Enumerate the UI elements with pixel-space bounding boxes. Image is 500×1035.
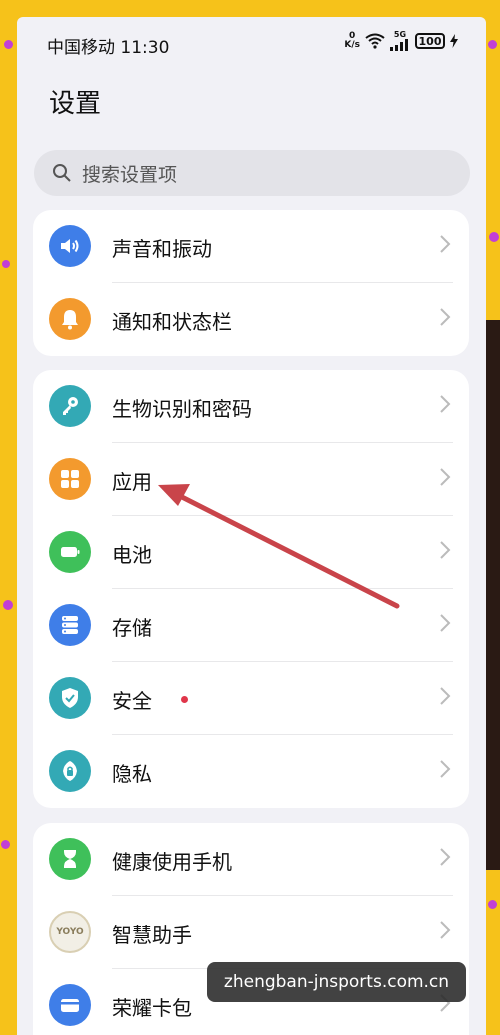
settings-item-security[interactable]: 安全 — [33, 662, 469, 735]
settings-item-label: 通知和状态栏 — [112, 310, 232, 334]
search-icon — [53, 164, 71, 182]
yoyo-icon-text: YOYO — [56, 927, 84, 937]
wifi-icon — [365, 33, 385, 49]
storage-icon — [49, 604, 91, 646]
settings-item-sound[interactable]: 声音和振动 — [33, 210, 469, 283]
net-speed: 0 K/s — [344, 32, 360, 50]
carrier-time: 中国移动 11:30 — [47, 38, 170, 58]
chevron-right-icon — [440, 848, 451, 866]
status-bar: 中国移动 11:30 0 K/s 5G 100 — [17, 17, 486, 67]
decor-dot — [488, 900, 497, 909]
settings-item-battery[interactable]: 电池 — [33, 516, 469, 589]
notification-dot — [181, 696, 188, 703]
settings-item-label: 智慧助手 — [112, 923, 192, 947]
apps-grid-icon — [49, 458, 91, 500]
search-placeholder: 搜索设置项 — [82, 163, 178, 186]
chevron-right-icon — [440, 468, 451, 486]
bell-icon — [49, 298, 91, 340]
decor-dot — [489, 232, 499, 242]
settings-group-3: 健康使用手机 YOYO 智慧助手 荣耀卡包 — [33, 823, 469, 1035]
settings-item-notifications[interactable]: 通知和状态栏 — [33, 283, 469, 356]
decor-dot — [1, 840, 10, 849]
decor-dot — [2, 260, 10, 268]
settings-item-label: 应用 — [112, 470, 152, 494]
signal: 5G — [390, 31, 410, 51]
chevron-right-icon — [440, 395, 451, 413]
settings-item-label: 声音和振动 — [112, 237, 212, 261]
privacy-lock-icon — [49, 750, 91, 792]
settings-item-storage[interactable]: 存储 — [33, 589, 469, 662]
settings-item-label: 荣耀卡包 — [112, 996, 192, 1020]
wallet-card-icon — [49, 984, 91, 1026]
battery-indicator: 100 — [415, 33, 445, 49]
key-icon — [49, 385, 91, 427]
settings-item-label: 健康使用手机 — [112, 850, 232, 874]
watermark: zhengban-jnsports.com.cn — [207, 962, 466, 1002]
settings-item-biometrics[interactable]: 生物识别和密码 — [33, 370, 469, 443]
settings-item-label: 存储 — [112, 616, 152, 640]
phone-screen: 中国移动 11:30 0 K/s 5G 100 设置 搜索设置项 声音和振动 通… — [17, 17, 486, 1035]
battery-icon — [49, 531, 91, 573]
chevron-right-icon — [440, 760, 451, 778]
network-type: 5G — [393, 30, 407, 39]
status-icons: 0 K/s 5G 100 — [344, 31, 458, 51]
settings-item-digital-balance[interactable]: 健康使用手机 — [33, 823, 469, 896]
settings-item-label: 电池 — [112, 543, 152, 567]
chevron-right-icon — [440, 235, 451, 253]
settings-item-label: 生物识别和密码 — [112, 397, 252, 421]
background-dark-edge — [484, 320, 500, 870]
shield-icon — [49, 677, 91, 719]
chevron-right-icon — [440, 921, 451, 939]
decor-dot — [488, 40, 497, 49]
signal-bars-icon — [390, 39, 408, 51]
chevron-right-icon — [440, 541, 451, 559]
chevron-right-icon — [440, 687, 451, 705]
settings-item-assistant[interactable]: YOYO 智慧助手 — [33, 896, 469, 969]
hourglass-icon — [49, 838, 91, 880]
search-bar[interactable]: 搜索设置项 — [34, 150, 470, 196]
charging-bolt-icon — [450, 34, 458, 48]
yoyo-icon: YOYO — [49, 911, 91, 953]
settings-item-apps[interactable]: 应用 — [33, 443, 469, 516]
chevron-right-icon — [440, 614, 451, 632]
page-title: 设置 — [49, 89, 102, 119]
chevron-right-icon — [440, 308, 451, 326]
settings-group-1: 声音和振动 通知和状态栏 — [33, 210, 469, 356]
settings-item-label: 安全 — [112, 689, 152, 713]
settings-item-label: 隐私 — [112, 762, 152, 786]
decor-dot — [4, 40, 13, 49]
settings-group-2: 生物识别和密码 应用 电池 存储 安全 隐私 — [33, 370, 469, 808]
settings-item-privacy[interactable]: 隐私 — [33, 735, 469, 808]
speaker-icon — [49, 225, 91, 267]
decor-dot — [3, 600, 13, 610]
net-speed-unit: K/s — [344, 40, 360, 50]
